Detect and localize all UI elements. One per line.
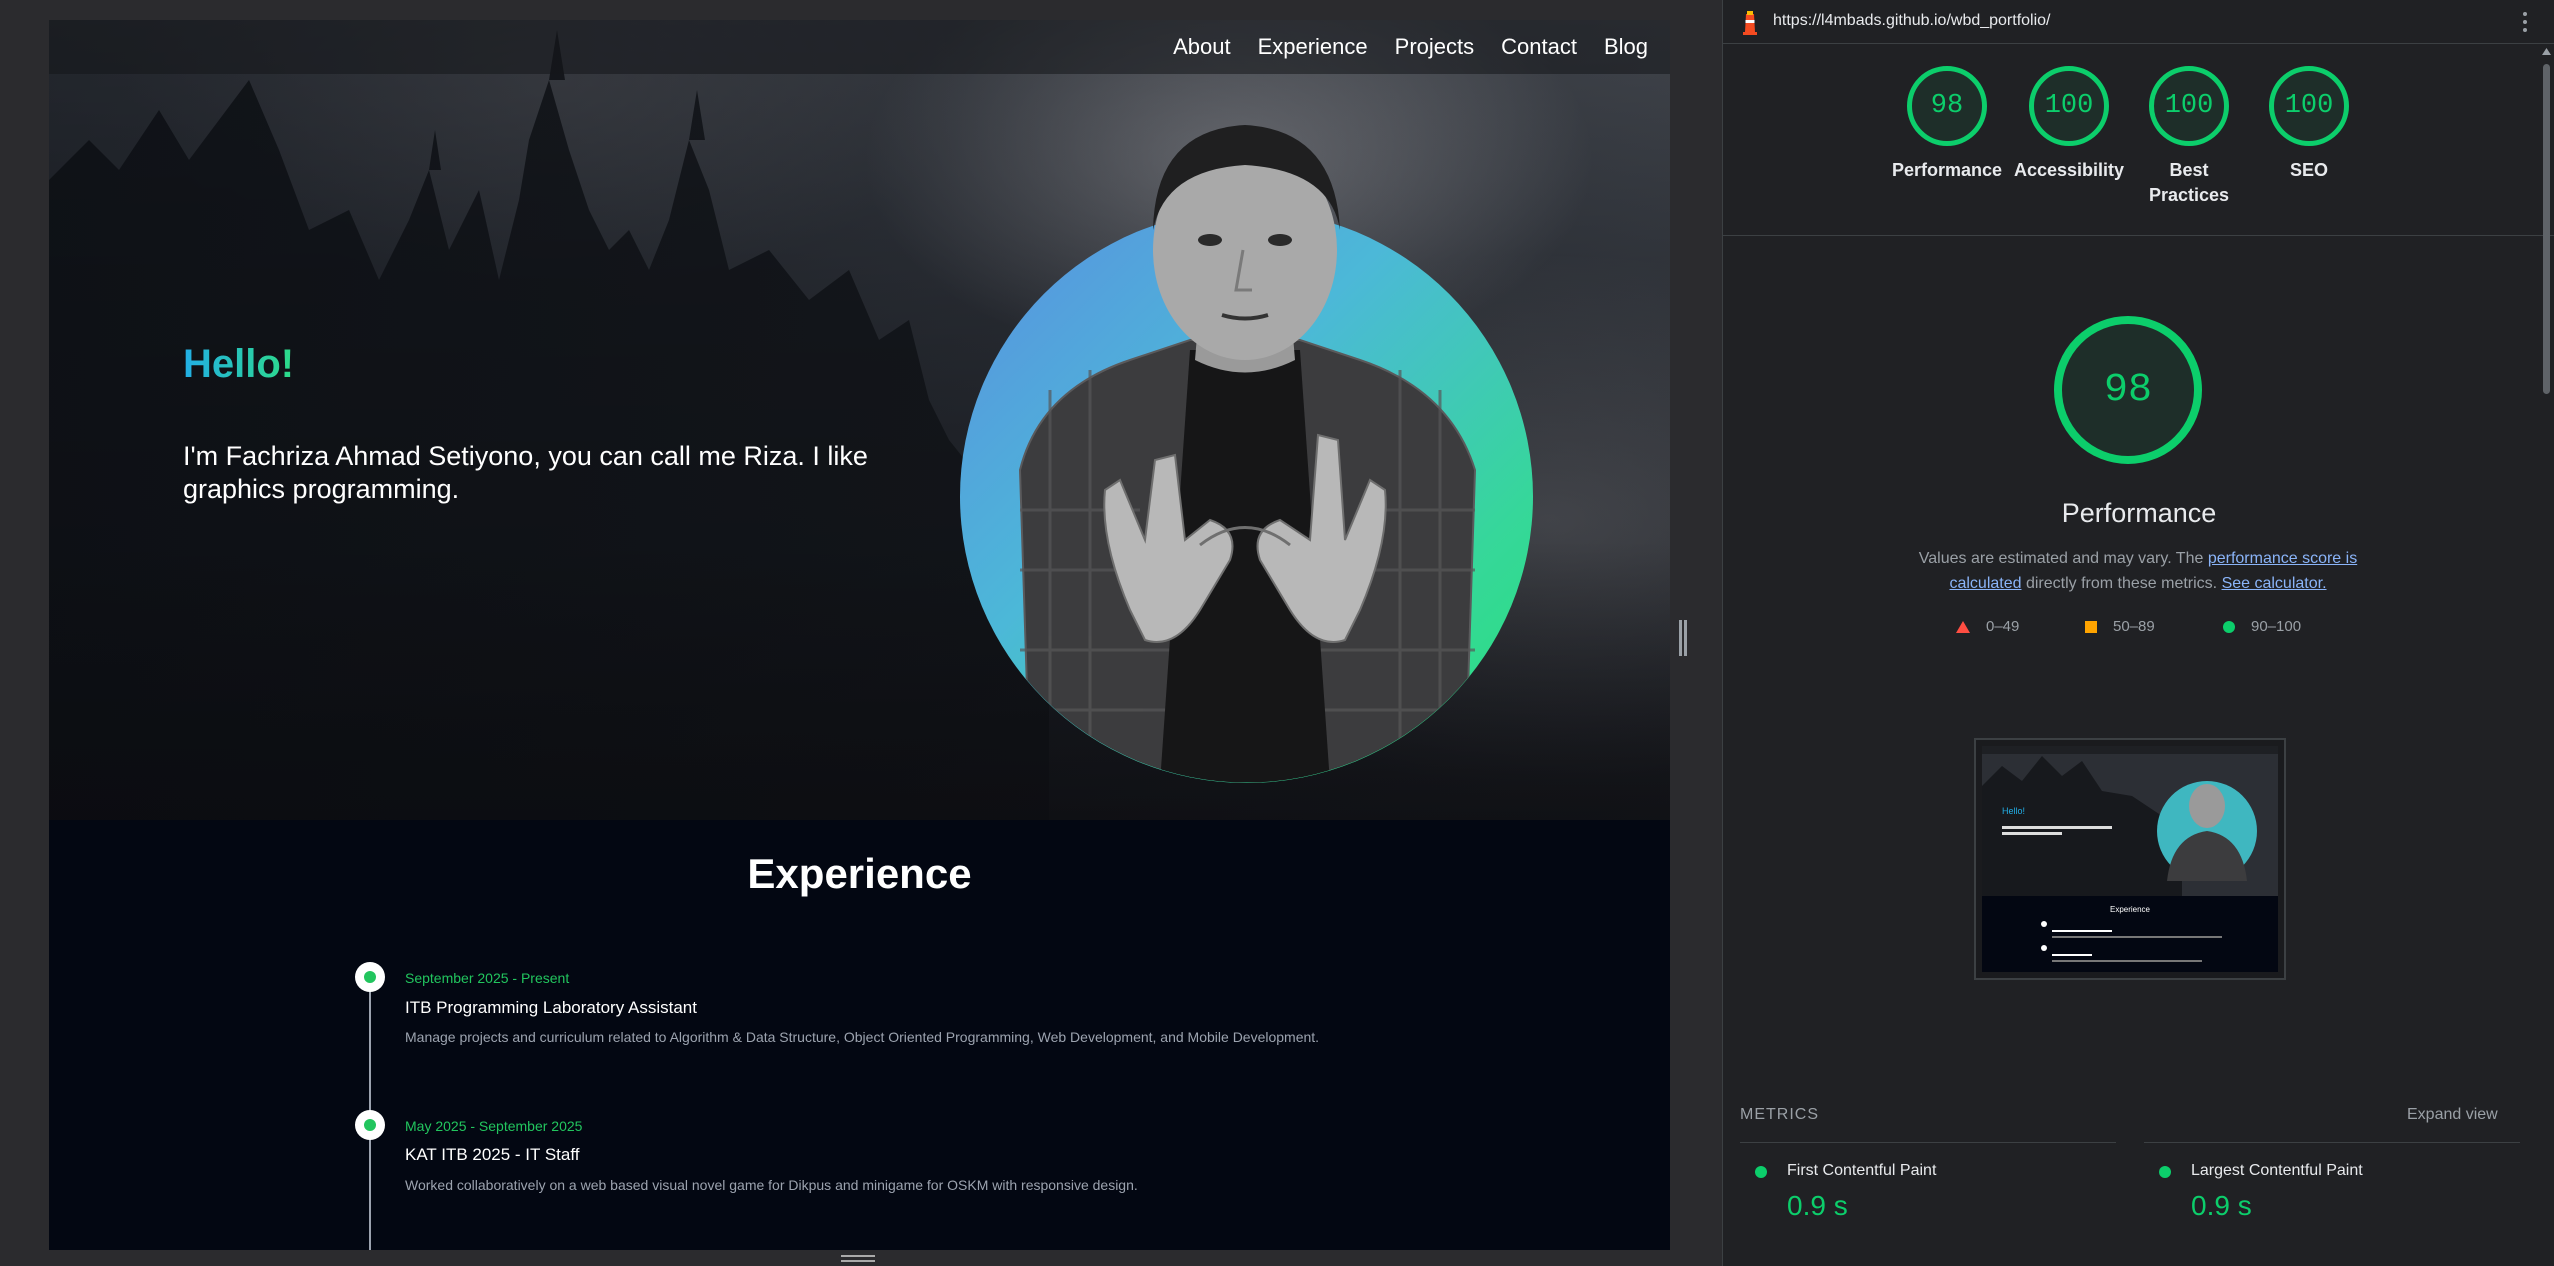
final-screenshot-thumbnail[interactable]: Hello! Experience — [1974, 738, 2286, 980]
nav-link-about[interactable]: About — [1173, 34, 1231, 60]
gauge-label: SEO — [2289, 160, 2328, 180]
lighthouse-panel: https://l4mbads.github.io/wbd_portfolio/… — [1722, 0, 2554, 1266]
legend-pass: 90–100 — [2223, 618, 2301, 635]
gauge-label: Best Practices — [2149, 160, 2230, 205]
scroll-up-icon[interactable] — [2542, 48, 2551, 55]
experience-role: KAT ITB 2025 - IT Staff — [405, 1145, 580, 1164]
metric-value: 0.9 s — [1787, 1190, 1848, 1221]
metric-value: 0.9 s — [2191, 1190, 2252, 1221]
metrics-divider — [2144, 1142, 2520, 1143]
pass-circle-icon — [2223, 620, 2235, 633]
gauge-accessibility[interactable]: 100 Accessibility — [2009, 66, 2129, 183]
nav-link-projects[interactable]: Projects — [1395, 34, 1474, 60]
portrait-photo — [1018, 125, 1477, 783]
experience-section: Experience September 2025 - Present ITB … — [49, 820, 1670, 1250]
description-text: directly from these metrics. — [2021, 575, 2222, 592]
see-calculator-link[interactable]: See calculator. — [2222, 575, 2327, 592]
nav-link-contact[interactable]: Contact — [1501, 34, 1577, 60]
experience-description: Worked collaboratively on a web based vi… — [405, 1177, 1138, 1193]
timeline-dot — [355, 1110, 385, 1140]
lighthouse-icon — [1743, 11, 1757, 35]
performance-heading: Performance — [2061, 498, 2217, 528]
experience-heading: Experience — [747, 850, 972, 897]
site-navbar: About Experience Projects Contact Blog — [49, 20, 1670, 74]
svg-text:Experience: Experience — [2110, 905, 2151, 914]
more-options-icon[interactable] — [2521, 11, 2529, 33]
gauge-score: 98 — [1907, 66, 1987, 146]
svg-text:Hello!: Hello! — [2002, 806, 2025, 816]
panel-splitter[interactable] — [1670, 20, 1724, 1266]
report-url[interactable]: https://l4mbads.github.io/wbd_portfolio/ — [1773, 12, 2051, 30]
fail-triangle-icon — [1956, 620, 1970, 633]
scrollbar-thumb[interactable] — [2543, 64, 2550, 394]
gauge-performance[interactable]: 98 Performance — [1887, 66, 2007, 183]
legend-average: 50–89 — [2085, 618, 2155, 635]
legend-label: 0–49 — [1986, 618, 2020, 635]
pass-circle-icon — [2159, 1166, 2171, 1178]
expand-view-toggle[interactable]: Expand view — [2407, 1106, 2498, 1124]
splitter-handle-icon[interactable] — [1677, 618, 1689, 658]
experience-date: September 2025 - Present — [405, 970, 570, 986]
score-gauges: 98 Performance 100 Accessibility 100 Bes… — [1723, 44, 2554, 236]
metrics-divider — [1740, 1142, 2116, 1143]
metrics-heading: METRICS — [1740, 1106, 1819, 1123]
screenshot-preview-image: Hello! Experience — [1982, 746, 2278, 972]
gauge-score: 100 — [2149, 66, 2229, 146]
timeline-dot — [355, 962, 385, 992]
gauge-score: 100 — [2029, 66, 2109, 146]
description-text: Values are estimated and may vary. The — [1918, 550, 2208, 567]
metric-name: First Contentful Paint — [1787, 1162, 1937, 1179]
lighthouse-url-bar: https://l4mbads.github.io/wbd_portfolio/ — [1723, 0, 2554, 44]
performance-score-gauge: 98 — [2054, 316, 2202, 464]
performance-description: Values are estimated and may vary. The p… — [1893, 546, 2383, 596]
nav-link-experience[interactable]: Experience — [1258, 34, 1368, 60]
legend-fail: 0–49 — [1956, 618, 2019, 635]
legend-label: 50–89 — [2113, 618, 2155, 635]
pass-circle-icon — [1755, 1166, 1767, 1178]
average-square-icon — [2085, 620, 2097, 633]
gauge-score: 100 — [2269, 66, 2349, 146]
gauge-label: Performance — [1891, 160, 2003, 180]
hero-intro-text: I'm Fachriza Ahmad Setiyono, you can cal… — [183, 441, 868, 504]
hero-greeting: Hello! — [183, 342, 295, 386]
legend-label: 90–100 — [2251, 618, 2302, 635]
nav-link-blog[interactable]: Blog — [1604, 34, 1648, 60]
resize-grip-icon[interactable] — [840, 1254, 876, 1264]
gauge-label: Accessibility — [2013, 160, 2125, 180]
experience-role: ITB Programming Laboratory Assistant — [405, 998, 697, 1017]
gauge-best-practices[interactable]: 100 Best Practices — [2129, 66, 2249, 208]
page-viewport: About Experience Projects Contact Blog H… — [49, 20, 1670, 1250]
gauge-seo[interactable]: 100 SEO — [2249, 66, 2369, 183]
hero-section: About Experience Projects Contact Blog H… — [49, 20, 1670, 820]
devtools-window: About Experience Projects Contact Blog H… — [0, 0, 2554, 1266]
experience-date: May 2025 - September 2025 — [405, 1118, 583, 1134]
panel-scrollbar[interactable] — [2539, 44, 2553, 1266]
metric-name: Largest Contentful Paint — [2191, 1162, 2363, 1179]
experience-description: Manage projects and curriculum related t… — [405, 1029, 1320, 1045]
